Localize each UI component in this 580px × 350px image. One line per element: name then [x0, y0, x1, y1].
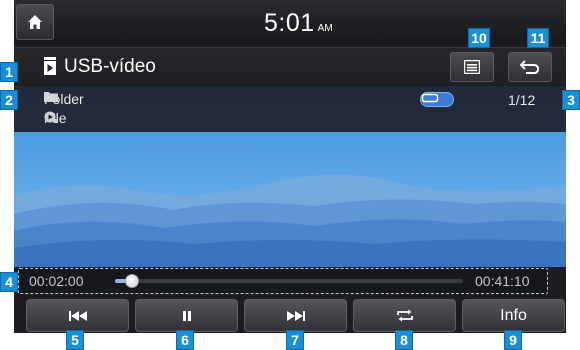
- back-button[interactable]: [508, 52, 552, 82]
- callout-3: 3: [562, 90, 580, 110]
- callout-6: 6: [176, 330, 194, 350]
- list-icon: [464, 60, 480, 74]
- previous-button[interactable]: [26, 299, 129, 332]
- callout-2: 2: [0, 90, 18, 110]
- folder-row: Folder: [44, 91, 84, 107]
- seek-handle[interactable]: [125, 274, 140, 288]
- callout-11: 11: [527, 28, 549, 48]
- seek-track[interactable]: [115, 274, 463, 288]
- video-file-icon: [44, 57, 56, 75]
- home-button[interactable]: [16, 4, 54, 40]
- repeat-icon: [421, 93, 439, 103]
- repeat-icon: [396, 309, 413, 322]
- callout-4: 4: [0, 272, 18, 292]
- callout-7: 7: [286, 330, 304, 350]
- next-icon: [286, 310, 305, 321]
- clock-time: 5:01: [264, 9, 315, 37]
- title-bar: USB-vídeo: [14, 47, 566, 85]
- video-area[interactable]: Folder File 1/12: [14, 86, 566, 267]
- repeat-button[interactable]: [353, 299, 456, 332]
- pause-icon: [182, 310, 191, 321]
- pause-button[interactable]: [135, 299, 238, 332]
- next-button[interactable]: [244, 299, 347, 332]
- file-icon: [44, 111, 58, 123]
- back-icon: [520, 60, 540, 74]
- info-button[interactable]: Info: [462, 299, 565, 332]
- clock-ampm: AM: [317, 23, 333, 34]
- list-button[interactable]: [450, 52, 494, 82]
- folder-icon: [44, 92, 58, 102]
- progress-bar: 00:02:00 00:41:10: [18, 268, 548, 294]
- info-button-label: Info: [500, 306, 527, 324]
- clock: 5:01 AM: [264, 9, 333, 38]
- callout-5: 5: [66, 330, 84, 350]
- page-title: USB-vídeo: [64, 56, 156, 77]
- callout-10: 10: [468, 28, 490, 48]
- total-time: 00:41:10: [475, 273, 530, 289]
- callout-1: 1: [0, 62, 18, 82]
- track-count: 1/12: [508, 92, 536, 108]
- home-icon: [28, 15, 42, 29]
- media-info-bar: Folder File 1/12: [14, 86, 566, 132]
- elapsed-time: 00:02:00: [29, 273, 84, 289]
- file-row: File: [44, 110, 67, 126]
- previous-icon: [68, 310, 87, 321]
- callout-9: 9: [504, 330, 522, 350]
- repeat-status-indicator: [420, 92, 454, 107]
- callout-8: 8: [395, 330, 413, 350]
- media-screen: 5:01 AM USB-vídeo Folder 1/12 00:02:00 0…: [14, 0, 566, 333]
